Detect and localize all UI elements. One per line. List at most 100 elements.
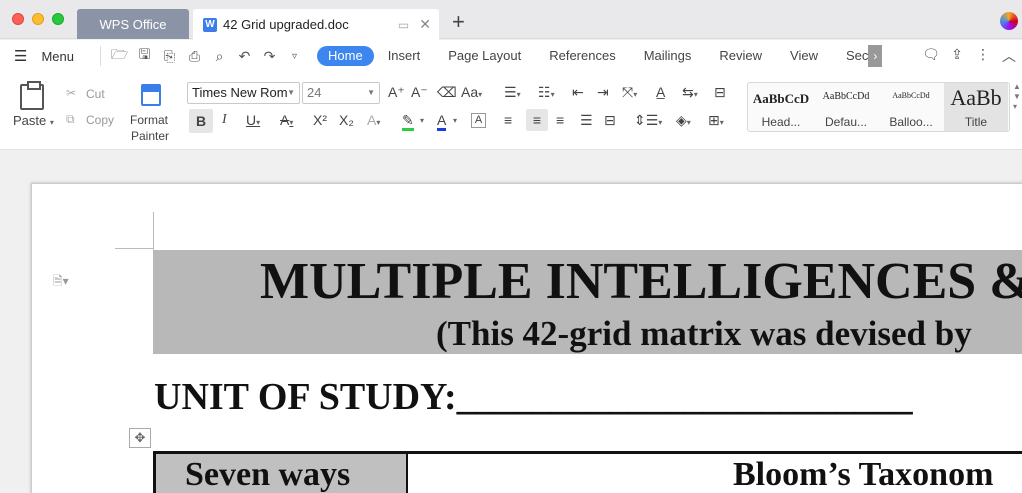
avatar[interactable]	[1000, 12, 1018, 30]
tab-stops-icon[interactable]: ⊟	[714, 84, 726, 101]
collapse-ribbon-icon[interactable]: ︿	[996, 46, 1022, 66]
maximize-window-button[interactable]	[52, 13, 64, 25]
unit-of-study-line[interactable]: UNIT OF STUDY:________________________	[154, 376, 913, 418]
char-border-icon[interactable]: A	[471, 113, 486, 128]
word-doc-icon: W	[203, 17, 217, 32]
comment-icon[interactable]: 🗨	[918, 46, 944, 66]
title-bar: WPS Office W 42 Grid upgraded.doc ▭ ✕ +	[0, 0, 1022, 40]
ribbon-toolbar: Paste ▾ ✂ Cut ⧉ Copy Format Painter Time…	[0, 72, 1022, 150]
tab-section[interactable]: Sec	[832, 46, 872, 66]
style-name: Balloo...	[889, 115, 933, 129]
increase-indent-icon[interactable]: ⇥	[597, 84, 609, 101]
divider	[100, 46, 101, 66]
align-left-icon[interactable]: ≡	[504, 112, 512, 128]
style-heading[interactable]: AaBbCcD Head...	[748, 83, 814, 131]
tab-page-layout[interactable]: Page Layout	[434, 46, 535, 66]
minimize-window-button[interactable]	[32, 13, 44, 25]
align-center-icon[interactable]: ≡	[526, 109, 548, 131]
style-title[interactable]: AaBb Title	[944, 83, 1008, 131]
cut-icon[interactable]: ✂	[66, 86, 76, 100]
style-sample: AaBb	[950, 85, 1002, 110]
copy-button[interactable]: Copy	[86, 113, 114, 127]
save-icon[interactable]: 🖫	[132, 44, 157, 68]
font-name-select[interactable]: Times New Rom ▼	[187, 82, 300, 104]
more-icon[interactable]: ⋮	[970, 46, 996, 66]
tab-references[interactable]: References	[535, 46, 629, 66]
line-break-icon[interactable]: ⇆▾	[682, 84, 698, 101]
styles-scroll-icon[interactable]: ▲ ▼ ▾	[1013, 82, 1021, 112]
tab-document[interactable]: W 42 Grid upgraded.doc ▭ ✕	[193, 9, 439, 40]
tab-view[interactable]: View	[776, 46, 832, 66]
style-name: Head...	[761, 115, 801, 129]
font-color-icon[interactable]: A	[437, 112, 447, 131]
menu-button[interactable]: ☰ Menu	[0, 47, 94, 65]
table-header-2[interactable]: Bloom’s Taxonom	[733, 455, 993, 493]
italic-icon[interactable]: I	[222, 112, 227, 128]
underline-icon[interactable]: U▾	[246, 112, 260, 128]
share-icon[interactable]: ⇪	[944, 46, 970, 66]
style-default[interactable]: AaBbCcDd Defau...	[814, 83, 878, 131]
chevron-down-icon: ▼	[287, 88, 295, 97]
styles-gallery: AaBbCcD Head... AaBbCcDd Defau... AaBbCc…	[747, 82, 1010, 132]
borders-icon[interactable]: ⊞▾	[708, 112, 724, 129]
chevron-right-icon[interactable]: ›	[868, 45, 883, 67]
superscript-icon[interactable]: X²	[313, 112, 327, 128]
change-case-icon[interactable]: Aa▾	[461, 84, 482, 100]
menu-label: Menu	[41, 48, 74, 64]
tab-label: WPS Office	[99, 16, 167, 32]
tab-wps-office[interactable]: WPS Office	[77, 9, 189, 39]
table-header-1[interactable]: Seven ways	[185, 455, 350, 493]
style-balloon[interactable]: AaBbCcDd Balloo...	[878, 83, 944, 131]
new-tab-button[interactable]: +	[452, 11, 465, 33]
document-outline-icon[interactable]: 🗎▾	[53, 272, 69, 293]
customize-dropdown-icon[interactable]: ▿	[282, 51, 307, 62]
style-name: Title	[964, 115, 988, 129]
chevron-down-icon[interactable]: ▾	[453, 116, 457, 125]
subscript-icon[interactable]: X₂	[339, 112, 354, 128]
shading-icon[interactable]: ◈▾	[676, 112, 691, 129]
bold-icon[interactable]: B	[189, 109, 213, 133]
justify-icon[interactable]: ☰	[580, 112, 593, 129]
document-heading[interactable]: MULTIPLE INTELLIGENCES &	[260, 254, 1022, 310]
format-painter-label-1[interactable]: Format	[130, 113, 168, 127]
ribbon-tabs: Home Insert Page Layout References Maili…	[317, 45, 883, 67]
distribute-icon[interactable]: ⊟	[604, 112, 616, 129]
chevron-down-icon[interactable]: ▾	[420, 116, 424, 125]
text-effect-icon[interactable]: A▾	[367, 112, 380, 128]
open-folder-icon[interactable]: 🗁	[107, 44, 132, 68]
tab-review[interactable]: Review	[705, 46, 776, 66]
paste-button[interactable]: Paste ▾	[13, 113, 54, 128]
redo-icon[interactable]: ↷	[257, 48, 282, 65]
copy-icon[interactable]: ⧉	[66, 112, 75, 127]
grow-font-icon[interactable]: A⁺	[388, 84, 405, 101]
highlight-icon[interactable]: ✎	[402, 112, 414, 131]
font-size-select[interactable]: 24 ▼	[302, 82, 380, 104]
document-subheading[interactable]: (This 42-grid matrix was devised by	[436, 314, 972, 354]
line-spacing-icon[interactable]: ⇕☰▾	[634, 112, 662, 129]
close-window-button[interactable]	[12, 13, 24, 25]
print-icon[interactable]: ⎙	[182, 48, 207, 65]
bullets-icon[interactable]: ☰▾	[504, 84, 521, 101]
clear-format-icon[interactable]: ⌫	[437, 84, 457, 101]
export-pdf-icon[interactable]: ⎘	[157, 48, 182, 65]
numbering-icon[interactable]: ☷▾	[538, 84, 555, 101]
close-tab-icon[interactable]: ✕	[419, 16, 431, 33]
screen-icon[interactable]: ▭	[398, 18, 409, 32]
text-style-icon[interactable]: A̲	[656, 84, 665, 100]
shrink-font-icon[interactable]: A⁻	[411, 84, 428, 101]
table-move-handle-icon[interactable]: ✥	[129, 428, 151, 448]
style-sample: AaBbCcD	[752, 91, 810, 106]
decrease-indent-icon[interactable]: ⇤	[572, 84, 584, 101]
tab-home[interactable]: Home	[317, 46, 374, 66]
format-painter-icon[interactable]	[141, 84, 161, 106]
text-direction-icon[interactable]: ⤧▾	[622, 84, 637, 101]
undo-icon[interactable]: ↶	[232, 48, 257, 65]
tab-insert[interactable]: Insert	[374, 46, 435, 66]
align-right-icon[interactable]: ≡	[556, 112, 564, 128]
strikethrough-icon[interactable]: A▾	[280, 112, 293, 128]
paste-icon[interactable]	[20, 81, 44, 110]
print-preview-icon[interactable]: ⌕	[207, 48, 232, 65]
format-painter-label-2[interactable]: Painter	[131, 129, 169, 143]
cut-button[interactable]: Cut	[86, 87, 105, 101]
tab-mailings[interactable]: Mailings	[630, 46, 706, 66]
